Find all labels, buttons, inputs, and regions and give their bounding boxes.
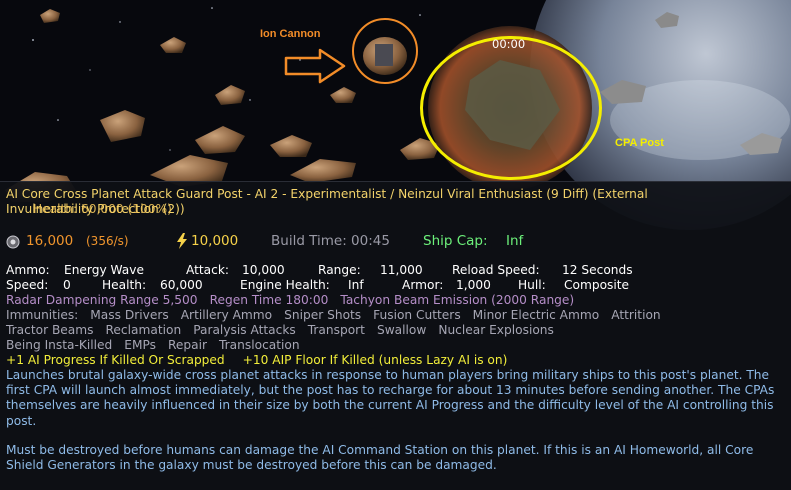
immunity-item: Nuclear Explosions: [438, 323, 554, 337]
immunity-item: Tractor Beams: [6, 323, 94, 337]
stat-reload-value: 12 Seconds: [562, 263, 633, 277]
metal-rate: (356/s): [86, 234, 129, 248]
ship-cap-value: Inf: [506, 233, 524, 249]
immunity-item: Being Insta-Killed: [6, 338, 113, 352]
build-time: Build Time: 00:45: [271, 233, 390, 249]
unit-title: AI Core Cross Planet Attack Guard Post -…: [6, 187, 648, 201]
immunity-item: Attrition: [611, 308, 661, 322]
immunity-item: Translocation: [219, 338, 300, 352]
unit-tooltip-panel: AI Core Cross Planet Attack Guard Post -…: [0, 181, 791, 490]
ion-cannon-highlight: [352, 18, 418, 84]
ability-tachyon-beam: Tachyon Beam Emission (2000 Range): [340, 293, 575, 307]
stat-speed-value: 0: [63, 278, 71, 292]
immunities-row-2: Tractor Beams Reclamation Paralysis Attack…: [6, 323, 566, 338]
stat-ammo-value: Energy Wave: [64, 263, 144, 277]
abilities-row: Radar Dampening Range 5,500 Regen Time 18…: [6, 293, 586, 308]
immunity-item: Sniper Shots: [284, 308, 362, 322]
metal-icon: [6, 235, 20, 249]
arrow-right-icon: [284, 48, 346, 84]
unit-health: Health: 60,000 (100%): [33, 202, 172, 216]
energy-cost: 10,000: [191, 233, 239, 249]
description-text: Launches brutal galaxy-wide cross planet…: [6, 368, 775, 428]
immunity-item: Fusion Cutters: [373, 308, 461, 322]
energy-bolt-icon: [177, 233, 187, 249]
immunity-item: EMPs: [124, 338, 156, 352]
cpa-post-highlight: [420, 36, 602, 180]
ion-cannon-label: Ion Cannon: [260, 28, 321, 40]
cpa-post-label: CPA Post: [615, 137, 664, 149]
resource-row: 16,000 (356/s) 10,000 Build Time: 00:45 …: [6, 233, 786, 251]
immunity-item: Repair: [167, 338, 208, 352]
stats-row-2: Speed: 0 Health: 60,000 Engine Health: I…: [6, 278, 786, 293]
stat-range-label: Range:: [318, 263, 361, 277]
immunity-item: Reclamation: [105, 323, 182, 337]
immunities-label: Immunities:: [6, 308, 79, 322]
homeworld-description-text: Must be destroyed before humans can dama…: [6, 443, 754, 473]
immunity-item: Artillery Ammo: [180, 308, 273, 322]
ai-progress-row: +1 AI Progress If Killed Or Scrapped +10 …: [6, 353, 525, 368]
stat-armor-label: Armor:: [402, 278, 444, 292]
stat-attack-value: 10,000: [242, 263, 285, 277]
aip-floor-killed: +10 AIP Floor If Killed (unless Lazy AI …: [242, 353, 508, 367]
stat-engine-value: Inf: [348, 278, 364, 292]
stat-hull-value: Composite: [564, 278, 630, 292]
stat-reload-label: Reload Speed:: [452, 263, 540, 277]
ship-cap-label: Ship Cap:: [423, 233, 488, 249]
countdown-timer: 00:00: [492, 37, 526, 51]
ability-regen-time: Regen Time 180:00: [209, 293, 329, 307]
ai-progress-killed: +1 AI Progress If Killed Or Scrapped: [6, 353, 225, 367]
immunity-item: Transport: [307, 323, 365, 337]
stat-attack-label: Attack:: [186, 263, 230, 277]
stat-speed-label: Speed:: [6, 278, 49, 292]
stat-hull-label: Hull:: [518, 278, 546, 292]
stat-engine-label: Engine Health:: [240, 278, 330, 292]
immunity-item: Swallow: [376, 323, 427, 337]
immunities-row-3: Being Insta-Killed EMPs Repair Translocatio…: [6, 338, 312, 353]
stat-armor-value: 1,000: [456, 278, 491, 292]
stats-row-1: Ammo: Energy Wave Attack: 10,000 Range: …: [6, 263, 786, 278]
stat-health-value: 60,000: [160, 278, 203, 292]
immunity-item: Mass Drivers: [90, 308, 169, 322]
immunity-item: Minor Electric Ammo: [472, 308, 600, 322]
stat-ammo-label: Ammo:: [6, 263, 50, 277]
immunities-row-1: Immunities: Mass Drivers Artillery Ammo Sni…: [6, 308, 673, 323]
immunity-item: Paralysis Attacks: [193, 323, 296, 337]
metal-cost: 16,000: [26, 233, 74, 249]
stat-health-label: Health:: [102, 278, 147, 292]
ability-radar-dampening: Radar Dampening Range 5,500: [6, 293, 198, 307]
stat-range-value: 11,000: [380, 263, 423, 277]
